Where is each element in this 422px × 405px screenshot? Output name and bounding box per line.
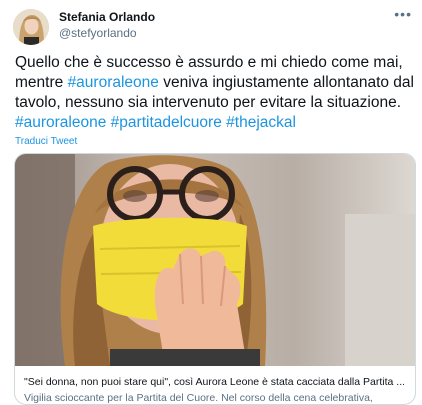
author-handle[interactable]: @stefyorlando: [59, 26, 137, 40]
author-name[interactable]: Stefania Orlando: [59, 10, 155, 24]
hashtag-link[interactable]: #auroraleone: [15, 114, 106, 131]
more-options-icon[interactable]: •••: [394, 6, 412, 22]
translate-tweet-link[interactable]: Traduci Tweet: [15, 136, 77, 147]
avatar[interactable]: [13, 9, 49, 45]
tweet: Stefania Orlando @stefyorlando ••• Quell…: [0, 0, 422, 405]
hashtag-link[interactable]: #partitadelcuore: [111, 114, 222, 131]
avatar-image: [13, 9, 49, 45]
hashtag-link[interactable]: #thejackal: [226, 114, 296, 131]
card-title[interactable]: "Sei donna, non puoi stare qui", così Au…: [24, 376, 404, 388]
card-image: [15, 154, 415, 366]
card-description: Vigilia scioccante per la Partita del Cu…: [24, 392, 373, 404]
tweet-text: Quello che è successo è assurdo e mi chi…: [15, 53, 415, 133]
hashtag-link[interactable]: #auroraleone: [68, 74, 159, 91]
link-card[interactable]: "Sei donna, non puoi stare qui", così Au…: [14, 153, 416, 405]
